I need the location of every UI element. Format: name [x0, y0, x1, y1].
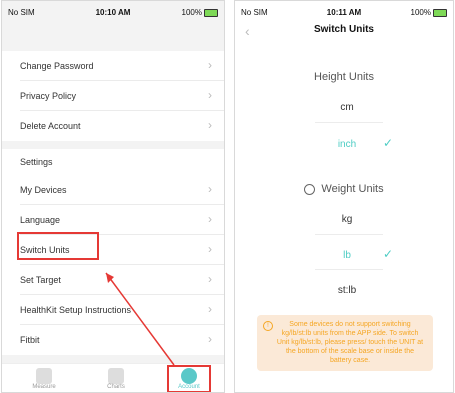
row-label: Delete Account: [20, 121, 81, 131]
status-bar: No SIM 10:10 AM 100%: [2, 1, 224, 21]
weight-units-title: Weight Units: [235, 183, 453, 195]
row-label: Set Target: [20, 275, 61, 285]
battery-percent: 100%: [410, 8, 431, 17]
my-devices-row[interactable]: My Devices ›: [2, 175, 224, 205]
battery-icon: [433, 8, 447, 17]
check-icon: ✓: [383, 247, 394, 261]
delete-account-row[interactable]: Delete Account ›: [2, 111, 224, 141]
home-icon: [36, 368, 52, 384]
weight-option-lb[interactable]: lb: [315, 250, 379, 261]
divider: [315, 269, 383, 270]
set-target-row[interactable]: Set Target ›: [2, 265, 224, 295]
chevron-right-icon: ›: [208, 118, 212, 132]
battery-icon: [204, 8, 218, 17]
language-row[interactable]: Language ›: [2, 205, 224, 235]
weight-units-label: Weight Units: [321, 183, 384, 195]
account-tab-highlight: [167, 365, 211, 392]
info-notice: ! Some devices do not support switching …: [257, 315, 433, 371]
page-title: Switch Units: [313, 24, 374, 35]
info-text: Some devices do not support switching kg…: [276, 321, 424, 364]
tab-charts[interactable]: Charts: [92, 364, 140, 392]
weight-icon: [304, 183, 316, 195]
chevron-right-icon: ›: [208, 88, 212, 102]
fitbit-row[interactable]: Fitbit ›: [2, 325, 224, 355]
change-password-row[interactable]: Change Password ›: [2, 51, 224, 81]
chevron-right-icon: ›: [208, 302, 212, 316]
switch-units-highlight: [17, 232, 99, 260]
chevron-right-icon: ›: [208, 272, 212, 286]
divider: [315, 234, 383, 235]
tab-measure[interactable]: Measure: [20, 364, 68, 392]
battery-indicator: 100%: [182, 8, 218, 17]
chevron-right-icon: ›: [208, 58, 212, 72]
height-option-cm[interactable]: cm: [315, 102, 379, 113]
check-icon: ✓: [383, 136, 394, 150]
divider: [315, 122, 383, 123]
status-bar: No SIM 10:11 AM 100%: [235, 1, 453, 21]
section-gap: [2, 141, 224, 149]
row-label: My Devices: [20, 185, 67, 195]
tab-label: Measure: [32, 384, 56, 390]
row-label: Language: [20, 215, 61, 225]
account-screen: No SIM 10:10 AM 100% Change Password › P…: [1, 0, 225, 393]
row-label: Fitbit: [20, 335, 40, 345]
settings-section-header: Settings: [2, 149, 224, 175]
healthkit-instructions-row[interactable]: HealthKit Setup Instructions ›: [2, 295, 224, 325]
height-option-inch[interactable]: inch: [315, 139, 379, 150]
header-spacer: [2, 21, 224, 47]
chevron-right-icon: ›: [208, 242, 212, 256]
privacy-policy-row[interactable]: Privacy Policy ›: [2, 81, 224, 111]
row-label: Privacy Policy: [20, 91, 77, 101]
row-label: Change Password: [20, 61, 94, 71]
info-icon: !: [263, 321, 273, 331]
tab-label: Charts: [107, 384, 125, 390]
height-units-title: Height Units: [314, 71, 374, 83]
switch-units-screen: No SIM 10:11 AM 100% ‹ Switch Units Heig…: [234, 0, 454, 393]
chevron-right-icon: ›: [208, 182, 212, 196]
weight-option-stlb[interactable]: st:lb: [315, 285, 379, 296]
battery-percent: 100%: [181, 8, 202, 17]
chart-icon: [108, 368, 124, 384]
weight-option-kg[interactable]: kg: [315, 214, 379, 225]
chevron-right-icon: ›: [208, 212, 212, 226]
section-title: Settings: [20, 157, 53, 167]
chevron-right-icon: ›: [208, 332, 212, 346]
row-label: HealthKit Setup Instructions: [20, 305, 132, 315]
battery-indicator: 100%: [411, 8, 447, 17]
